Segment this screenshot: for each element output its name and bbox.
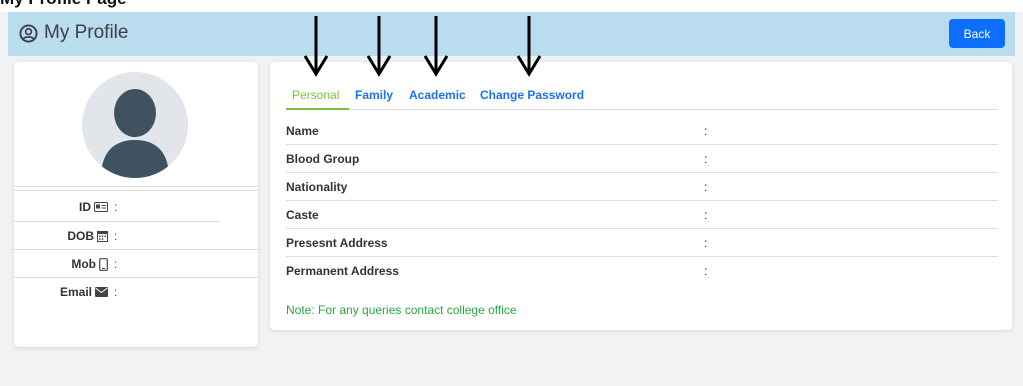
profile-field-colon: : — [114, 200, 118, 214]
tab-change-password[interactable]: Change Password — [480, 88, 584, 102]
profile-field-colon: : — [114, 285, 118, 299]
profile-card: ID : DOB : Mob: Email: — [14, 62, 258, 347]
detail-row-present-address: Presesnt Address : — [286, 229, 998, 257]
detail-colon: : — [704, 208, 708, 222]
profile-field-email: Email : — [14, 278, 258, 306]
detail-label: Caste — [286, 208, 319, 222]
tab-personal[interactable]: Personal — [292, 88, 339, 102]
profile-field-id: ID : — [14, 193, 258, 221]
detail-colon: : — [704, 124, 708, 138]
detail-row-blood-group: Blood Group : — [286, 145, 998, 173]
detail-row-name: Name : — [286, 117, 998, 145]
tab-family[interactable]: Family — [355, 88, 393, 102]
detail-label: Nationality — [286, 180, 348, 194]
detail-label: Presesnt Address — [286, 236, 388, 250]
avatar-silhouette-icon — [101, 89, 169, 178]
active-tab-indicator — [286, 108, 349, 110]
contact-note: Note: For any queries contact college of… — [286, 303, 517, 317]
annotation-arrow-down-icon — [516, 16, 542, 77]
detail-row-permanent-address: Permanent Address : — [286, 257, 998, 285]
profile-field-colon: : — [114, 229, 118, 243]
detail-colon: : — [704, 264, 708, 278]
envelope-icon — [95, 287, 108, 297]
annotation-arrow-down-icon — [303, 16, 329, 77]
detail-colon: : — [704, 236, 708, 250]
avatar — [82, 72, 188, 178]
detail-label: Permanent Address — [286, 264, 399, 278]
detail-label: Blood Group — [286, 152, 360, 166]
detail-label: Name — [286, 124, 319, 138]
profile-field-label: DOB — [67, 229, 108, 243]
header-bar: My Profile Back — [8, 12, 1015, 56]
top-strip-text: My Profile Page — [0, 0, 127, 8]
id-card-icon — [94, 202, 108, 212]
mobile-icon — [99, 257, 108, 271]
profile-field-label: ID — [79, 200, 108, 214]
detail-row-caste: Caste : — [286, 201, 998, 229]
detail-colon: : — [704, 152, 708, 166]
divider — [14, 190, 258, 191]
profile-field-label: Email — [60, 285, 108, 299]
profile-tabs: Personal Family Academic Change Password — [286, 84, 998, 110]
profile-field-label: Mob — [71, 257, 108, 271]
top-strip: My Profile Page — [0, 0, 258, 8]
tab-academic[interactable]: Academic — [409, 88, 466, 102]
back-button[interactable]: Back — [949, 19, 1005, 48]
user-circle-icon — [19, 23, 38, 43]
annotation-arrow-down-icon — [423, 16, 449, 77]
calendar-icon — [97, 231, 108, 242]
profile-field-dob: DOB : — [14, 222, 258, 250]
page-title: My Profile — [19, 22, 128, 44]
profile-field-colon: : — [114, 257, 118, 271]
annotation-arrow-down-icon — [366, 16, 392, 77]
detail-row-nationality: Nationality : — [286, 173, 998, 201]
detail-colon: : — [704, 180, 708, 194]
profile-field-mob: Mob : — [14, 250, 258, 278]
details-card: Personal Family Academic Change Password… — [270, 62, 1012, 330]
divider — [14, 186, 258, 187]
page-title-text: My Profile — [44, 22, 129, 43]
